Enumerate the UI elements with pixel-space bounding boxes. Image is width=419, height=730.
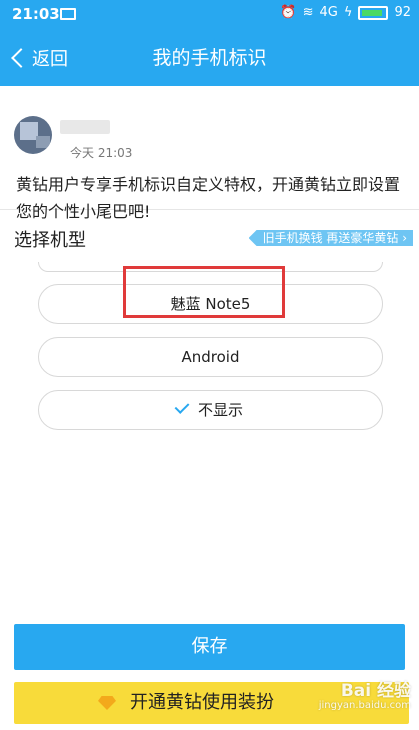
back-label: 返回 bbox=[32, 49, 68, 70]
battery-level: 92 bbox=[394, 5, 411, 20]
model-option-label: Android bbox=[181, 348, 240, 366]
alarm-icon: ⏰ bbox=[280, 5, 297, 20]
network-type: 4G bbox=[319, 5, 338, 20]
diamond-icon bbox=[98, 696, 116, 710]
nav-bar: 返回 我的手机标识 bbox=[0, 30, 419, 86]
status-bar: 21:03 ⏰ ≋ 4G ϟ 92 bbox=[0, 0, 419, 30]
model-option-label: 魅蓝 Note5 bbox=[170, 295, 251, 313]
charging-icon: ϟ bbox=[343, 5, 353, 20]
preview-message: 黄钻用户专享手机标识自定义特权，开通黄钻立即设置您的个性小尾巴吧! bbox=[16, 175, 401, 221]
select-model-header: 选择机型 旧手机换钱 再送豪华黄钻 › bbox=[0, 220, 419, 254]
signature-preview: 今天 21:03 黄钻用户专享手机标识自定义特权，开通黄钻立即设置您的个性小尾巴… bbox=[0, 86, 419, 221]
status-time: 21:03 bbox=[12, 5, 60, 23]
model-option[interactable]: 魅蓝 Note5 bbox=[38, 284, 383, 324]
image-notification-icon bbox=[60, 8, 76, 20]
blurred-username bbox=[60, 120, 110, 134]
select-model-title: 选择机型 bbox=[14, 230, 86, 251]
baidu-watermark: Bai 经验 bbox=[340, 681, 411, 701]
save-button[interactable]: 保存 bbox=[14, 624, 405, 670]
check-icon bbox=[174, 399, 190, 414]
status-icons: ⏰ ≋ 4G ϟ 92 bbox=[280, 5, 411, 20]
open-vip-content: 开通黄钻使用装扮 bbox=[98, 682, 274, 724]
battery-icon bbox=[358, 5, 389, 20]
preview-time: 今天 21:03 bbox=[70, 146, 133, 160]
wifi-icon: ≋ bbox=[302, 5, 314, 20]
baidu-watermark-url: jingyan.baidu.com bbox=[318, 700, 411, 711]
back-button[interactable]: 返回 bbox=[8, 30, 68, 86]
model-option-label: 不显示 bbox=[197, 401, 243, 419]
main-content: 今天 21:03 黄钻用户专享手机标识自定义特权，开通黄钻立即设置您的个性小尾巴… bbox=[0, 86, 419, 730]
chevron-left-icon bbox=[11, 48, 31, 68]
model-option-selected[interactable]: 不显示 bbox=[38, 390, 383, 430]
avatar bbox=[14, 116, 52, 154]
promo-banner[interactable]: 旧手机换钱 再送豪华黄钻 › bbox=[248, 230, 413, 246]
open-vip-label: 开通黄钻使用装扮 bbox=[130, 692, 274, 713]
model-option-partial[interactable] bbox=[38, 262, 383, 272]
model-option[interactable]: Android bbox=[38, 337, 383, 377]
